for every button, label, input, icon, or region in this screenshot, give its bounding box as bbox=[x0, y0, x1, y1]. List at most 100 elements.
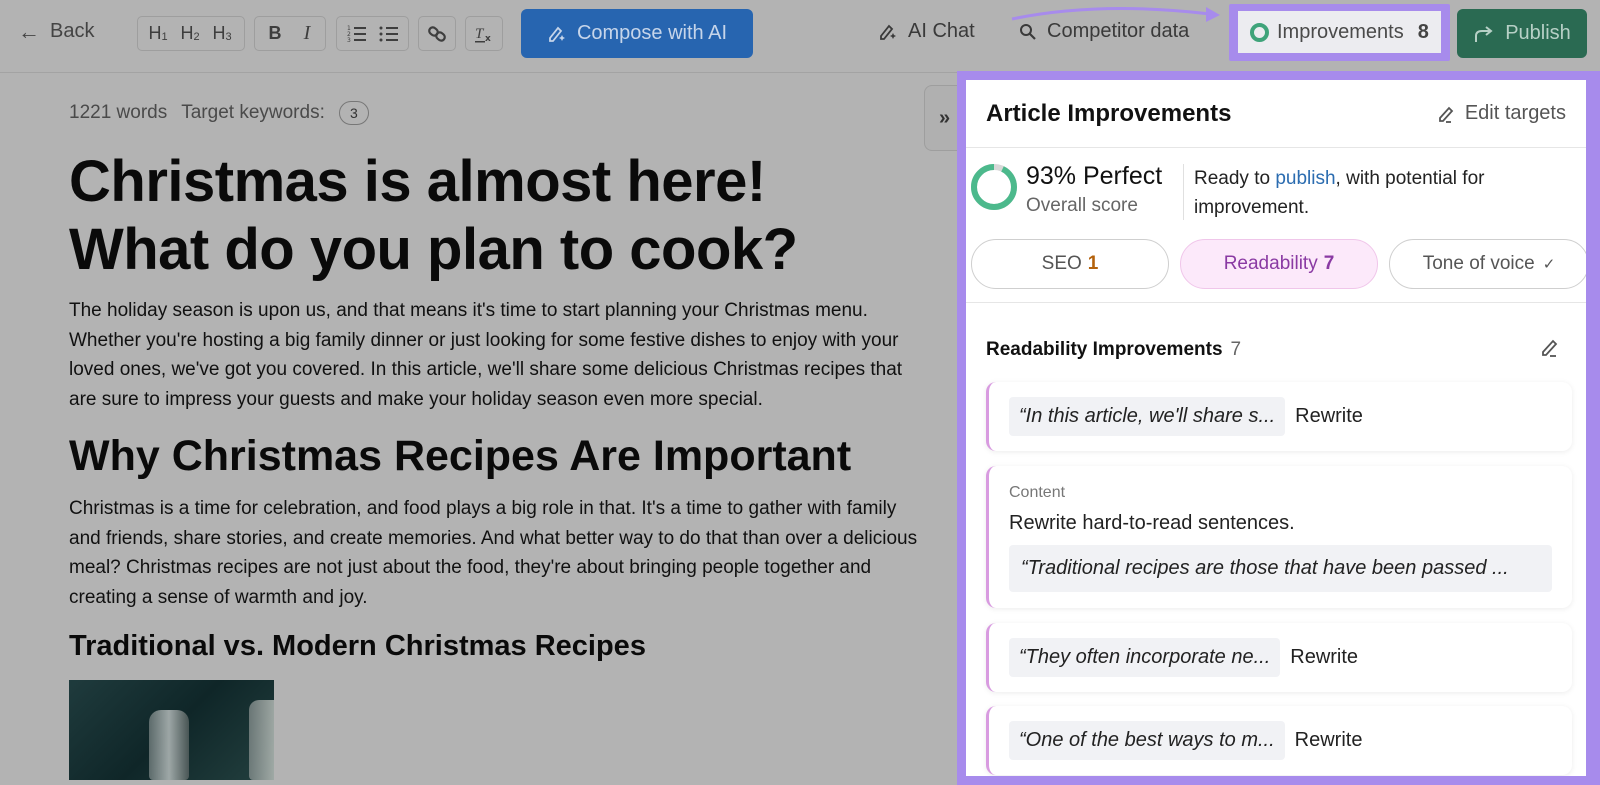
wine-glass-shape bbox=[149, 710, 189, 780]
tab-tone-of-voice[interactable]: Tone of voice ✓ bbox=[1389, 239, 1586, 289]
arrow-left-icon: ← bbox=[18, 18, 40, 44]
pencil-icon bbox=[1542, 339, 1558, 357]
rewrite-button[interactable]: Rewrite bbox=[1290, 646, 1358, 669]
ai-pen-icon bbox=[880, 24, 896, 40]
divider bbox=[966, 302, 1586, 303]
sentence-quote[interactable]: “In this article, we'll share s... bbox=[1009, 397, 1286, 436]
double-chevron-right-icon: » bbox=[938, 106, 951, 129]
score-value: 93% Perfect bbox=[1026, 162, 1163, 190]
article-title[interactable]: Christmas is almost here! What do you pl… bbox=[69, 148, 919, 284]
edit-targets-button[interactable]: Edit targets bbox=[1437, 102, 1566, 125]
section-edit-button[interactable] bbox=[1540, 337, 1562, 364]
wine-glass-shape bbox=[249, 700, 274, 780]
h2-label: H bbox=[180, 23, 194, 43]
overall-score-donut bbox=[971, 164, 1017, 210]
back-label: Back bbox=[50, 20, 95, 42]
section-title-text: Readability Improvements bbox=[986, 339, 1223, 360]
improvements-panel: Article Improvements Edit targets 93% Pe… bbox=[966, 80, 1586, 776]
back-button[interactable]: ← Back bbox=[18, 20, 94, 43]
compose-with-ai-button[interactable]: Compose with AI bbox=[521, 9, 753, 58]
score-message: Ready to publish, with potential for imp… bbox=[1194, 164, 1564, 222]
style-group: B I bbox=[254, 16, 326, 51]
tab-label: SEO bbox=[1041, 253, 1082, 274]
message-text: Ready to bbox=[1194, 168, 1276, 189]
tab-seo[interactable]: SEO 1 bbox=[971, 239, 1169, 289]
ordered-list-button[interactable]: 123 bbox=[343, 19, 371, 49]
tab-label: Tone of voice bbox=[1422, 253, 1535, 274]
score-divider bbox=[1183, 164, 1184, 220]
tab-label: Readability bbox=[1223, 253, 1318, 274]
improvement-card: “They often incorporate ne... Rewrite bbox=[986, 623, 1572, 692]
ai-chat-button[interactable]: AI Chat bbox=[878, 20, 975, 43]
h3-button[interactable]: H3 bbox=[208, 19, 236, 49]
bullet-list-button[interactable] bbox=[375, 19, 403, 49]
section-title: Readability Improvements 7 bbox=[986, 339, 1241, 361]
edit-targets-label: Edit targets bbox=[1464, 102, 1566, 124]
card-category: Content bbox=[1009, 484, 1066, 501]
h1-label: H bbox=[148, 23, 162, 43]
ai-pen-icon bbox=[549, 26, 565, 42]
publish-label: Publish bbox=[1505, 22, 1571, 44]
ordered-list-icon: 123 bbox=[347, 25, 366, 43]
bold-button[interactable]: B bbox=[261, 19, 289, 49]
publish-link[interactable]: publish bbox=[1275, 168, 1335, 189]
list-group: 123 bbox=[336, 16, 409, 51]
score-arc bbox=[971, 164, 1017, 210]
check-icon: ✓ bbox=[1542, 256, 1556, 273]
sentence-quote[interactable]: “They often incorporate ne... bbox=[1009, 638, 1281, 677]
clear-format-button[interactable]: Tx bbox=[470, 19, 498, 49]
compose-label: Compose with AI bbox=[576, 22, 728, 44]
tab-count: 1 bbox=[1087, 253, 1099, 274]
rewrite-button[interactable]: Rewrite bbox=[1295, 729, 1363, 752]
svg-text:x: x bbox=[485, 34, 491, 44]
link-button[interactable] bbox=[423, 19, 451, 49]
improvement-card: “One of the best ways to m... Rewrite bbox=[986, 706, 1572, 775]
improvement-card: “In this article, we'll share s... Rewri… bbox=[986, 382, 1572, 451]
score-label: Overall score bbox=[1026, 195, 1138, 216]
link-group bbox=[418, 16, 456, 51]
article-image[interactable] bbox=[69, 680, 274, 780]
improvements-count: 8 bbox=[1417, 20, 1429, 43]
panel-header: Article Improvements Edit targets bbox=[966, 80, 1586, 148]
section-heading[interactable]: Why Christmas Recipes Are Important bbox=[69, 430, 919, 482]
target-keywords-badge[interactable]: 3 bbox=[338, 101, 369, 125]
improvements-label: Improvements bbox=[1277, 20, 1404, 43]
h1-sub: 1 bbox=[161, 30, 168, 43]
clear-group: Tx bbox=[465, 16, 503, 51]
card-instruction: Rewrite hard-to-read sentences. bbox=[1009, 512, 1295, 534]
heading-group: H1 H2 H3 bbox=[137, 16, 245, 51]
h1-button[interactable]: H1 bbox=[144, 19, 172, 49]
share-arrow-icon bbox=[1475, 25, 1493, 42]
score-ring-icon bbox=[1250, 22, 1269, 42]
svg-text:T: T bbox=[475, 26, 485, 42]
clear-format-icon: Tx bbox=[475, 26, 491, 44]
section-paragraph[interactable]: Christmas is a time for celebration, and… bbox=[69, 494, 919, 612]
improvement-card-expanded: Content Rewrite hard-to-read sentences. … bbox=[986, 466, 1572, 608]
italic-button[interactable]: I bbox=[293, 19, 321, 49]
subsection-heading[interactable]: Traditional vs. Modern Christmas Recipes bbox=[69, 626, 919, 666]
svg-text:3: 3 bbox=[347, 37, 351, 43]
panel-title: Article Improvements bbox=[986, 99, 1232, 127]
search-icon bbox=[1020, 23, 1036, 40]
h2-button[interactable]: H2 bbox=[176, 19, 204, 49]
word-count: 1221 words bbox=[69, 102, 168, 123]
pencil-icon bbox=[1438, 106, 1454, 123]
bullet-list-icon bbox=[379, 26, 398, 41]
h3-label: H bbox=[212, 23, 226, 43]
italic-icon: I bbox=[303, 22, 311, 44]
article-editor[interactable]: Christmas is almost here! What do you pl… bbox=[69, 148, 919, 780]
improvements-button[interactable]: Improvements 8 bbox=[1238, 11, 1441, 53]
rewrite-button[interactable]: Rewrite bbox=[1295, 405, 1363, 428]
ai-chat-label: AI Chat bbox=[908, 20, 975, 42]
annotation-arrow-icon bbox=[1011, 7, 1220, 22]
sentence-quote[interactable]: “One of the best ways to m... bbox=[1009, 721, 1285, 760]
publish-button[interactable]: Publish bbox=[1457, 9, 1587, 58]
article-meta: 1221 words Target keywords: 3 bbox=[69, 101, 369, 125]
intro-paragraph[interactable]: The holiday season is upon us, and that … bbox=[69, 296, 919, 414]
h2-sub: 2 bbox=[193, 30, 200, 43]
sentence-quote[interactable]: “Traditional recipes are those that have… bbox=[1009, 545, 1552, 592]
tab-count: 7 bbox=[1323, 253, 1335, 274]
bold-icon: B bbox=[268, 23, 282, 43]
tab-readability[interactable]: Readability 7 bbox=[1180, 239, 1378, 289]
top-toolbar: ← Back H1 H2 H3 B I 123 Tx Compose with … bbox=[0, 0, 1600, 73]
